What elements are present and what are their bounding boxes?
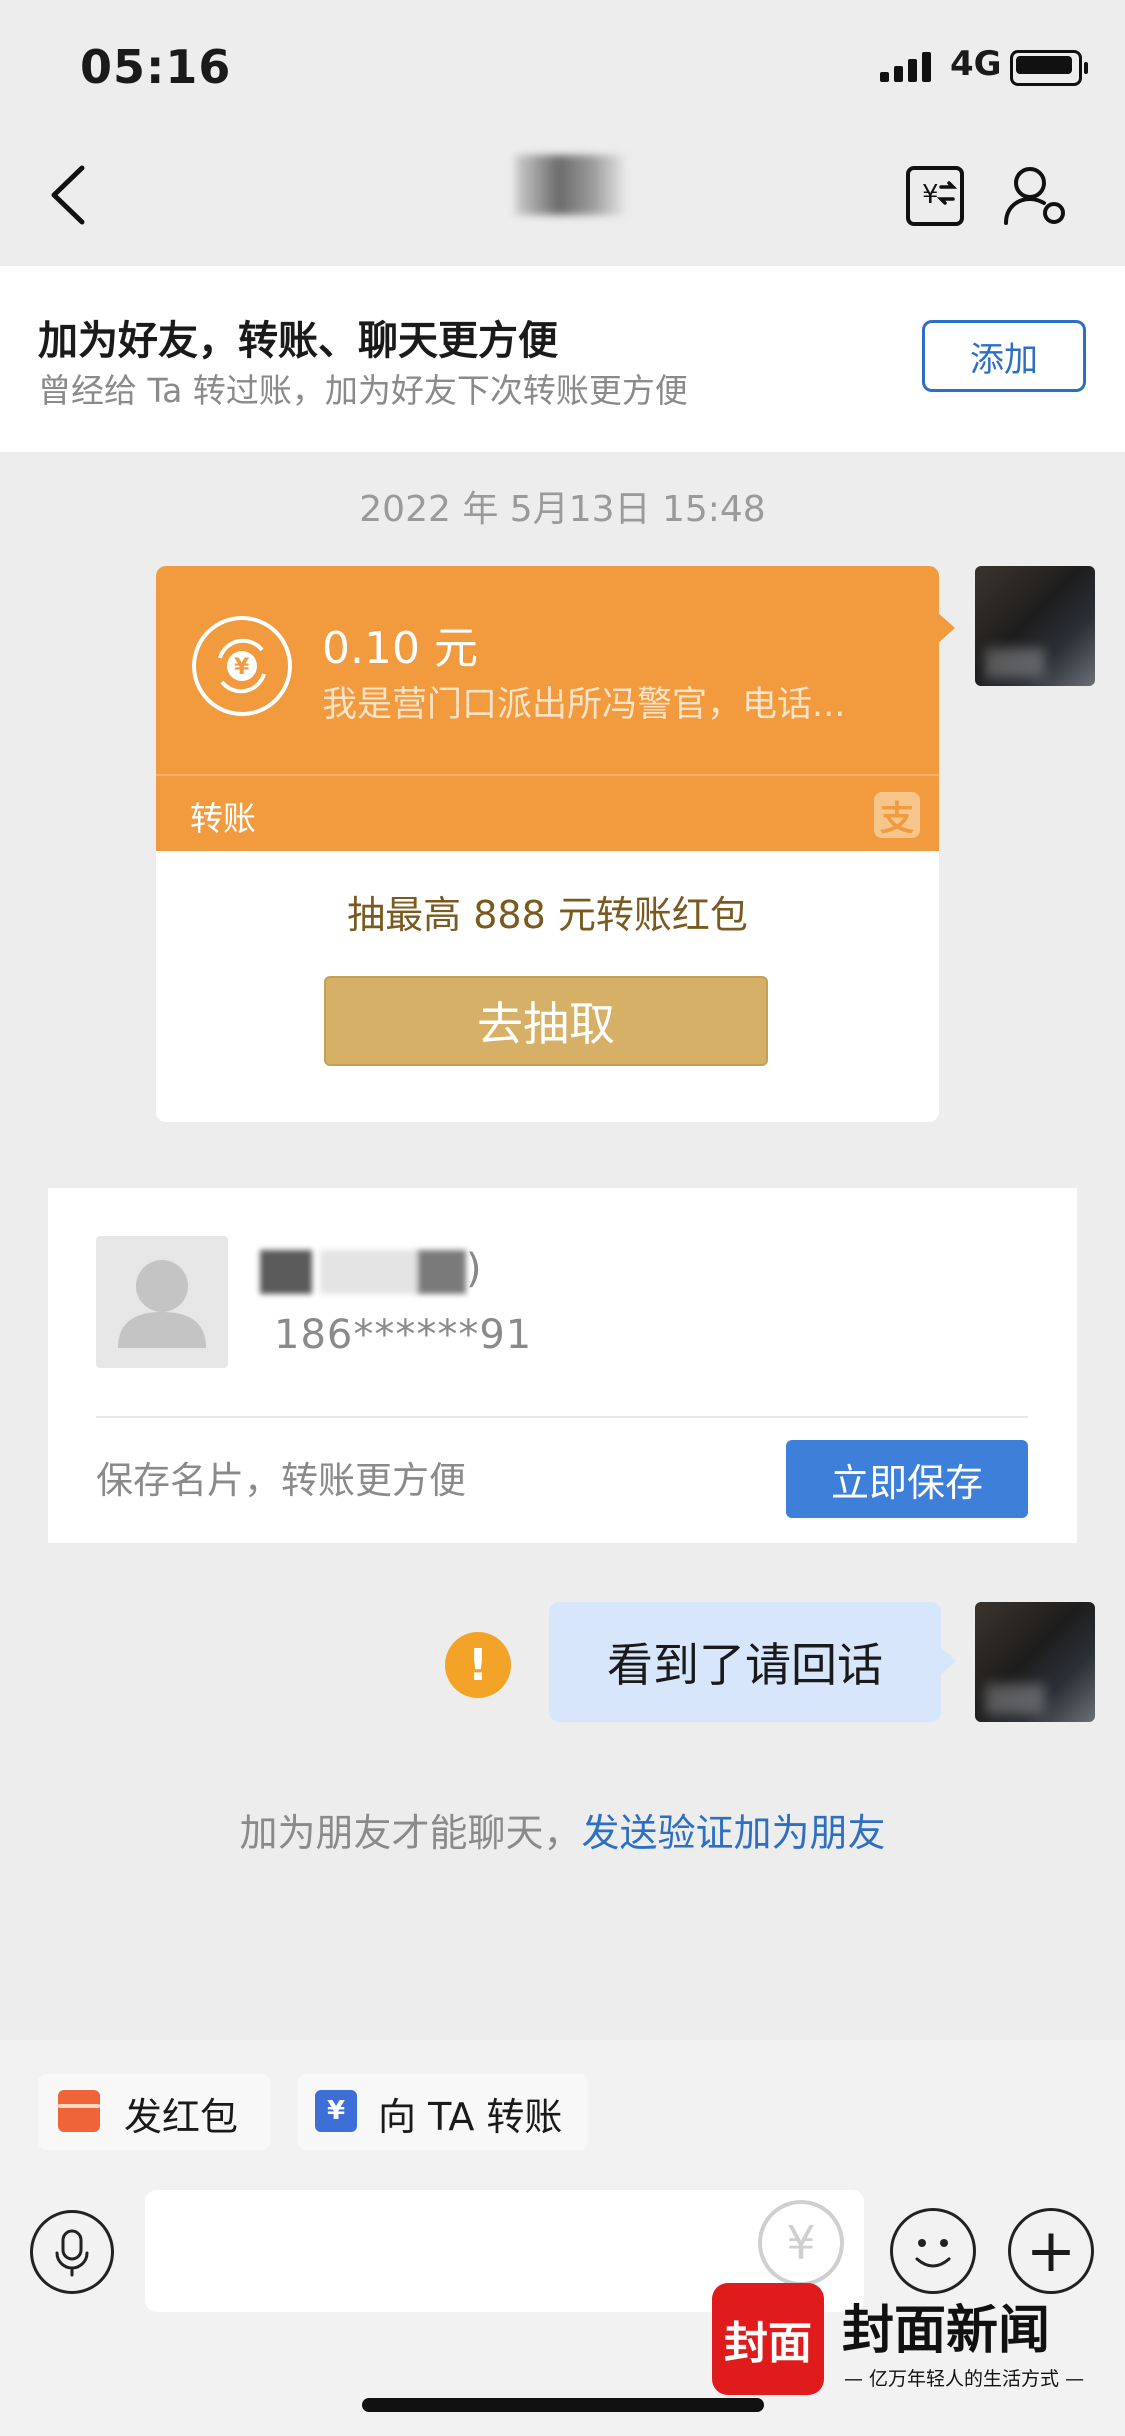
status-time: 05:16 bbox=[80, 40, 232, 94]
bubble-pointer bbox=[939, 1646, 956, 1676]
banner-subtitle: 曾经给 Ta 转过账，加为好友下次转账更方便 bbox=[38, 371, 688, 410]
yen-exchange-icon[interactable]: ¥ bbox=[905, 165, 965, 227]
draw-red-packet-button[interactable]: 去抽取 bbox=[324, 976, 768, 1066]
transfer-amount: 0.10 元 bbox=[322, 623, 478, 674]
sender-avatar[interactable] bbox=[975, 1602, 1095, 1722]
contact-phone: 186******91 bbox=[274, 1312, 533, 1358]
send-failed-icon[interactable]: ! bbox=[445, 1632, 511, 1698]
bubble-pointer bbox=[937, 612, 955, 644]
voice-input-button[interactable] bbox=[30, 2210, 114, 2294]
microphone-icon bbox=[55, 2229, 89, 2277]
sender-avatar[interactable] bbox=[975, 566, 1095, 686]
transfer-to-ta-label: 向 TA 转账 bbox=[378, 2095, 563, 2139]
save-contact-button[interactable]: 立即保存 bbox=[786, 1440, 1028, 1518]
transfer-card[interactable]: ¥ 0.10 元 我是营门口派出所冯警官，电话... 转账 支 抽最高 888 … bbox=[156, 566, 939, 1122]
banner-title: 加为好友，转账、聊天更方便 bbox=[38, 318, 558, 364]
chat-title-redacted bbox=[515, 155, 625, 215]
watermark-name: 封面新闻 bbox=[842, 2300, 1051, 2361]
transfer-coin-icon: ¥ bbox=[192, 616, 292, 716]
signal-icon bbox=[880, 52, 931, 82]
friend-required-tip: 加为朋友才能聊天，发送验证加为朋友 bbox=[0, 1802, 1125, 1857]
svg-text:¥: ¥ bbox=[922, 180, 939, 210]
transfer-note: 我是营门口派出所冯警官，电话... bbox=[322, 685, 846, 725]
friend-tip-text: 加为朋友才能聊天， bbox=[239, 1811, 582, 1855]
home-indicator[interactable] bbox=[362, 2398, 764, 2412]
message-timestamp: 2022 年 5月13日 15:48 bbox=[359, 489, 766, 530]
contact-name-redacted: ) bbox=[260, 1244, 500, 1300]
save-card-hint: 保存名片，转账更方便 bbox=[96, 1459, 466, 1502]
red-packet-promo: 抽最高 888 元转账红包 bbox=[347, 893, 748, 937]
send-verification-link[interactable]: 发送验证加为朋友 bbox=[582, 1811, 886, 1855]
yen-transfer-icon[interactable]: ¥ bbox=[758, 2200, 844, 2286]
user-settings-icon[interactable] bbox=[1000, 163, 1070, 229]
message-bubble[interactable]: 看到了请回话 bbox=[549, 1602, 941, 1722]
contact-divider bbox=[96, 1416, 1028, 1418]
default-avatar-icon bbox=[118, 1260, 206, 1348]
contact-photo bbox=[96, 1236, 228, 1368]
send-red-envelope-label: 发红包 bbox=[124, 2095, 239, 2139]
smiley-icon bbox=[915, 2239, 951, 2268]
emoji-button[interactable] bbox=[890, 2208, 976, 2294]
network-type: 4G bbox=[950, 44, 1002, 84]
transfer-icon: ¥ bbox=[315, 2090, 357, 2132]
chevron-left-icon[interactable] bbox=[40, 160, 100, 230]
alipay-logo-icon: 支 bbox=[874, 792, 920, 839]
contact-card[interactable]: ) 186******91 保存名片，转账更方便 立即保存 bbox=[48, 1188, 1077, 1543]
cover-news-logo: 封面 bbox=[712, 2283, 824, 2395]
add-friend-button[interactable]: 添加 bbox=[922, 320, 1086, 392]
svg-text:¥: ¥ bbox=[234, 655, 250, 680]
watermark-slogan: — 亿万年轻人的生活方式 — bbox=[844, 2368, 1085, 2390]
transfer-label: 转账 bbox=[190, 799, 256, 838]
battery-icon bbox=[1010, 50, 1088, 86]
more-options-button[interactable]: + bbox=[1008, 2208, 1094, 2294]
card-divider bbox=[156, 774, 939, 776]
red-envelope-icon bbox=[58, 2090, 100, 2132]
